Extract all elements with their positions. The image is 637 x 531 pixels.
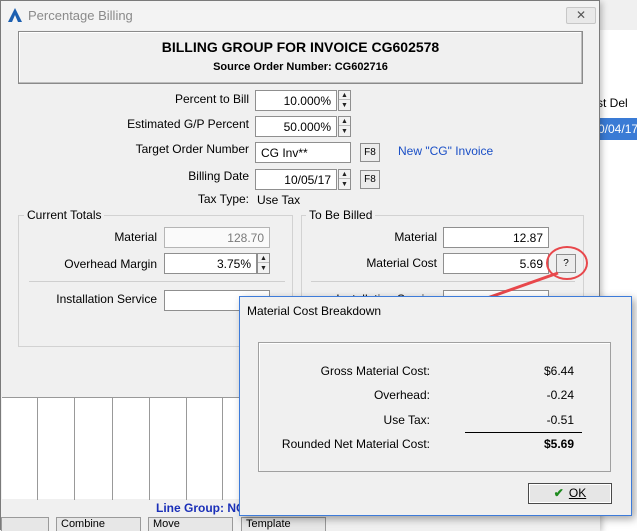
gross-material-cost-label: Gross Material Cost:	[320, 364, 430, 378]
rounded-net-value: $5.69	[543, 437, 574, 451]
popup-title: Material Cost Breakdown	[247, 304, 382, 318]
billing-date-picker-button[interactable]: F8	[360, 170, 380, 189]
target-order-lookup-button[interactable]: F8	[360, 143, 380, 162]
line-group-label: Line Group: NO	[156, 501, 246, 515]
ok-button[interactable]: ✔ OK	[528, 483, 612, 504]
percent-to-bill-stepper[interactable]: ▲ ▼	[338, 90, 351, 111]
current-material-value: 128.70	[164, 227, 270, 248]
current-totals-title: Current Totals	[24, 208, 105, 222]
estimated-gp-input[interactable]: 50.000%	[255, 116, 337, 137]
stepper-up-icon[interactable]: ▲	[258, 254, 269, 263]
grid-column-divider	[222, 398, 223, 500]
billed-material-label: Material	[394, 230, 437, 244]
grid-column-divider	[186, 398, 187, 500]
stepper-down-icon[interactable]: ▼	[339, 127, 350, 136]
stepper-down-icon[interactable]: ▼	[258, 264, 269, 273]
stepper-down-icon[interactable]: ▼	[339, 101, 350, 110]
ok-label: OK	[568, 486, 587, 500]
close-button[interactable]: ✕	[566, 7, 596, 24]
overhead-margin-input[interactable]: 3.75%	[164, 253, 257, 274]
overhead-value: -0.24	[546, 388, 574, 402]
grid-column-divider	[74, 398, 75, 500]
grid-column-divider	[149, 398, 150, 500]
popup-title-bar[interactable]: Material Cost Breakdown	[240, 297, 631, 325]
to-be-billed-title: To Be Billed	[306, 208, 376, 222]
gross-material-cost-value: $6.44	[543, 364, 574, 378]
use-tax-label: Use Tax:	[383, 413, 430, 427]
estimated-gp-label: Estimated G/P Percent	[127, 117, 249, 131]
source-order-number: Source Order Number: CG602716	[213, 61, 388, 73]
template-button[interactable]: Template	[241, 517, 326, 531]
tax-type-value: Use Tax	[257, 193, 301, 207]
billing-date-label: Billing Date	[188, 169, 249, 183]
overhead-margin-stepper[interactable]: ▲ ▼	[257, 253, 270, 274]
target-order-input[interactable]: CG Inv**	[255, 142, 351, 163]
title-bar[interactable]: Percentage Billing ✕	[1, 1, 599, 30]
divider	[29, 281, 285, 282]
invoice-header: BILLING GROUP FOR INVOICE CG602578 Sourc…	[18, 31, 583, 84]
app-logo-icon	[8, 8, 22, 22]
checkmark-icon: ✔	[553, 486, 564, 500]
grid-column-divider	[37, 398, 38, 500]
breakdown-panel: Gross Material Cost: $6.44 Overhead: -0.…	[258, 342, 611, 472]
stepper-up-icon[interactable]: ▲	[339, 117, 350, 126]
current-material-label: Material	[114, 230, 157, 244]
combine-button[interactable]: Combine	[56, 517, 141, 531]
window-title: Percentage Billing	[28, 8, 133, 23]
target-order-label: Target Order Number	[135, 142, 249, 156]
billing-date-input[interactable]: 10/05/17	[255, 169, 337, 190]
percent-to-bill-label: Percent to Bill	[174, 92, 249, 106]
rounded-net-label: Rounded Net Material Cost:	[281, 437, 430, 451]
total-divider	[465, 432, 582, 433]
background-selected-cell[interactable]: 0/04/17	[598, 118, 637, 140]
use-tax-value: -0.51	[546, 413, 574, 427]
estimated-gp-stepper[interactable]: ▲ ▼	[338, 116, 351, 137]
overhead-margin-label: Overhead Margin	[64, 257, 157, 271]
billed-material-input[interactable]: 12.87	[443, 227, 549, 248]
material-cost-breakdown-dialog: Material Cost Breakdown Gross Material C…	[239, 296, 632, 516]
background-column-header: st Del	[597, 96, 628, 110]
overhead-label: Overhead:	[373, 388, 430, 402]
tax-type-label: Tax Type:	[197, 192, 249, 206]
header-title: BILLING GROUP FOR INVOICE CG602578	[161, 39, 440, 55]
move-button[interactable]: Move	[148, 517, 233, 531]
billing-date-stepper[interactable]: ▲ ▼	[338, 169, 351, 190]
stepper-up-icon[interactable]: ▲	[339, 170, 350, 179]
new-invoice-link[interactable]: New "CG" Invoice	[398, 144, 493, 158]
grid-column-divider	[112, 398, 113, 500]
stepper-up-icon[interactable]: ▲	[339, 91, 350, 100]
percent-to-bill-input[interactable]: 10.000%	[255, 90, 337, 111]
stepper-down-icon[interactable]: ▼	[339, 180, 350, 189]
toolbar-button-blank[interactable]	[1, 517, 49, 531]
current-installation-label: Installation Service	[56, 292, 157, 306]
